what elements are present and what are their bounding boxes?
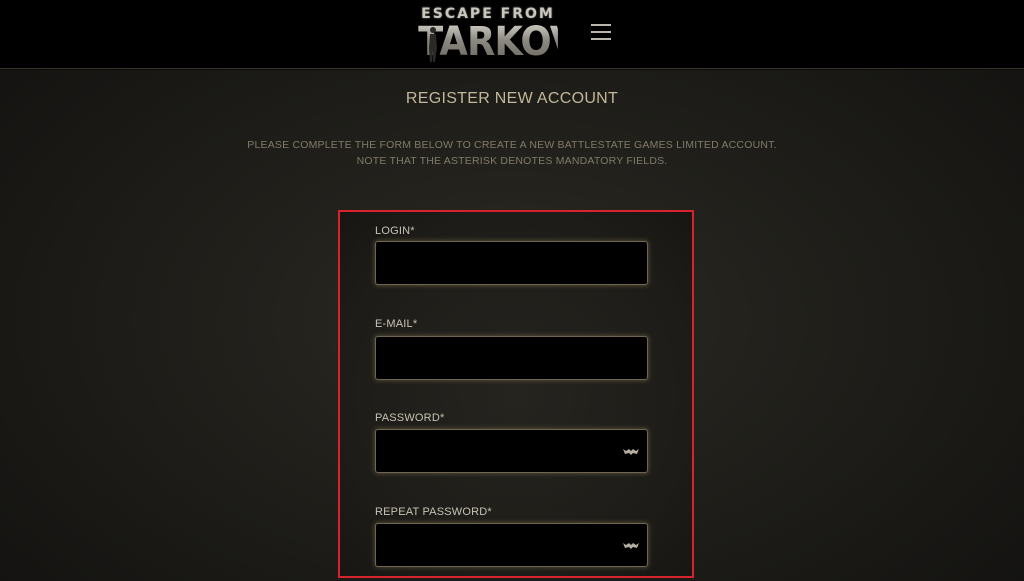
password-label: PASSWORD* <box>375 412 445 424</box>
login-label: LOGIN* <box>375 225 415 237</box>
email-label: E-MAIL* <box>375 318 418 330</box>
soldier-silhouette-icon <box>429 27 437 62</box>
email-field[interactable] <box>375 336 648 380</box>
register-page: ESCAPE FROM TARKOV REGISTER NEW ACCOUNT … <box>0 0 1024 581</box>
hamburger-menu-icon[interactable] <box>588 18 614 46</box>
site-header: ESCAPE FROM TARKOV <box>0 0 1024 69</box>
eye-icon[interactable] <box>623 447 639 457</box>
login-field[interactable] <box>375 241 648 285</box>
form-description-line2: NOTE THAT THE ASTERISK DENOTES MANDATORY… <box>356 155 668 167</box>
logo-line2: TARKOV <box>418 19 578 65</box>
form-description-line1: PLEASE COMPLETE THE FORM BELOW TO CREATE… <box>247 139 777 151</box>
escape-from-tarkov-logo[interactable]: ESCAPE FROM TARKOV <box>412 6 578 65</box>
page-title: REGISTER NEW ACCOUNT <box>405 90 619 107</box>
repeat-password-field[interactable] <box>375 523 648 567</box>
eye-icon[interactable] <box>623 541 639 551</box>
password-field[interactable] <box>375 429 648 473</box>
repeat-password-label: REPEAT PASSWORD* <box>375 506 492 518</box>
